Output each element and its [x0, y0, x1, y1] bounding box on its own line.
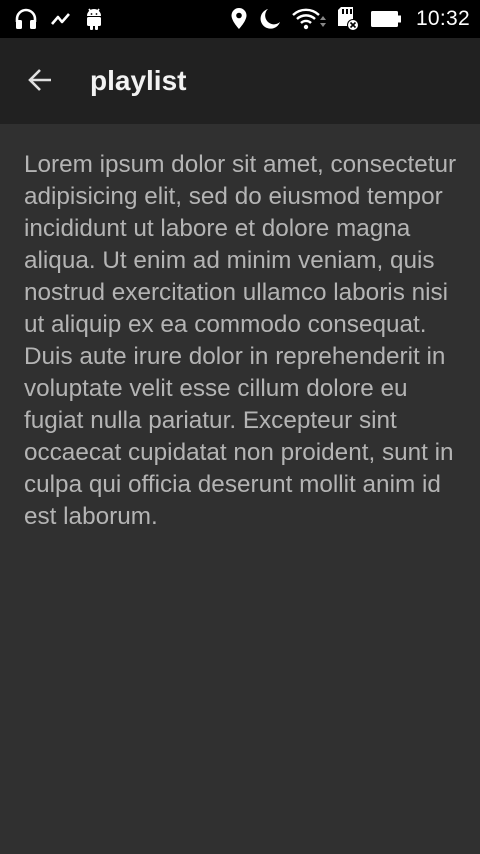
status-time: 10:32	[415, 7, 470, 30]
app-bar: playlist	[0, 38, 480, 124]
headphones-icon	[14, 8, 38, 30]
system-status-icons: 10:32	[230, 6, 470, 32]
android-icon	[84, 7, 104, 31]
location-icon	[230, 7, 248, 31]
arrow-back-icon	[27, 67, 53, 98]
notification-icons	[14, 6, 104, 32]
page-title: playlist	[90, 65, 187, 96]
body-text: Lorem ipsum dolor sit amet, consectetur …	[24, 151, 457, 530]
sd-card-error-icon	[336, 6, 360, 32]
wifi-icon	[292, 7, 326, 31]
do-not-disturb-moon-icon	[258, 7, 282, 31]
battery-icon	[370, 9, 402, 29]
status-bar: 10:32	[0, 0, 480, 38]
back-button[interactable]	[18, 60, 62, 104]
activity-icon	[50, 9, 72, 29]
